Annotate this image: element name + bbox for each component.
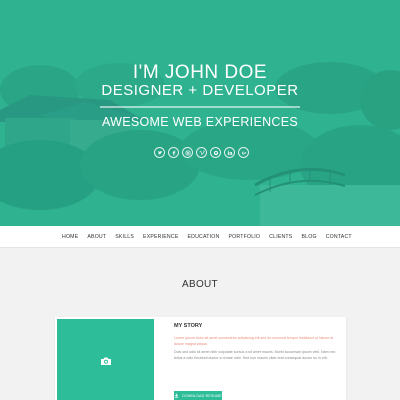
story-highlight: Lorem ipsum dolor sit amet consectetur a… xyxy=(174,336,334,346)
about-text: MY STORY Lorem ipsum dolor sit amet cons… xyxy=(174,323,339,361)
nav-items: HOME ABOUT SKILLS EXPERIENCE EDUCATION P… xyxy=(62,226,352,248)
download-icon xyxy=(174,393,179,398)
hero-tagline: AWESOME WEB EXPERIENCES xyxy=(101,115,299,129)
twitter-icon[interactable] xyxy=(154,147,165,158)
story-title: MY STORY xyxy=(174,323,203,329)
facebook-icon[interactable] xyxy=(168,147,179,158)
nav-item-about[interactable]: ABOUT xyxy=(87,234,106,240)
camera-icon xyxy=(101,357,111,365)
profile-photo-placeholder xyxy=(57,319,154,400)
nav-item-home[interactable]: HOME xyxy=(62,234,78,240)
about-card: MY STORY Lorem ipsum dolor sit amet cons… xyxy=(55,317,346,400)
main-nav: HOME ABOUT SKILLS EXPERIENCE EDUCATION P… xyxy=(0,226,400,248)
hero-name: I'M JOHN DOE xyxy=(132,62,268,83)
social-links xyxy=(154,147,249,158)
google-plus-icon[interactable] xyxy=(238,147,249,158)
about-section-title: ABOUT xyxy=(182,279,218,290)
hero-role: DESIGNER + DEVELOPER xyxy=(101,82,299,99)
linkedin-icon[interactable] xyxy=(224,147,235,158)
hero-divider xyxy=(100,106,300,108)
nav-item-clients[interactable]: CLIENTS xyxy=(269,234,292,240)
nav-item-skills[interactable]: SKILLS xyxy=(115,234,134,240)
story-body: Duis sed odio sit amet nibh vulputate cu… xyxy=(174,350,336,360)
nav-item-contact[interactable]: CONTACT xyxy=(326,234,352,240)
nav-item-blog[interactable]: BLOG xyxy=(301,234,316,240)
download-resume-button[interactable]: DOWNLOAD RESUME xyxy=(174,391,222,400)
nav-item-experience[interactable]: EXPERIENCE xyxy=(143,234,178,240)
instagram-icon[interactable] xyxy=(182,147,193,158)
download-resume-label: DOWNLOAD RESUME xyxy=(182,393,222,398)
vimeo-icon[interactable] xyxy=(196,147,207,158)
hero-overlay xyxy=(0,0,400,226)
nav-item-portfolio[interactable]: PORTFOLIO xyxy=(228,234,260,240)
github-icon[interactable] xyxy=(210,147,221,158)
hero-section: I'M JOHN DOE DESIGNER + DEVELOPER AWESOM… xyxy=(0,0,400,226)
nav-item-education[interactable]: EDUCATION xyxy=(188,234,220,240)
